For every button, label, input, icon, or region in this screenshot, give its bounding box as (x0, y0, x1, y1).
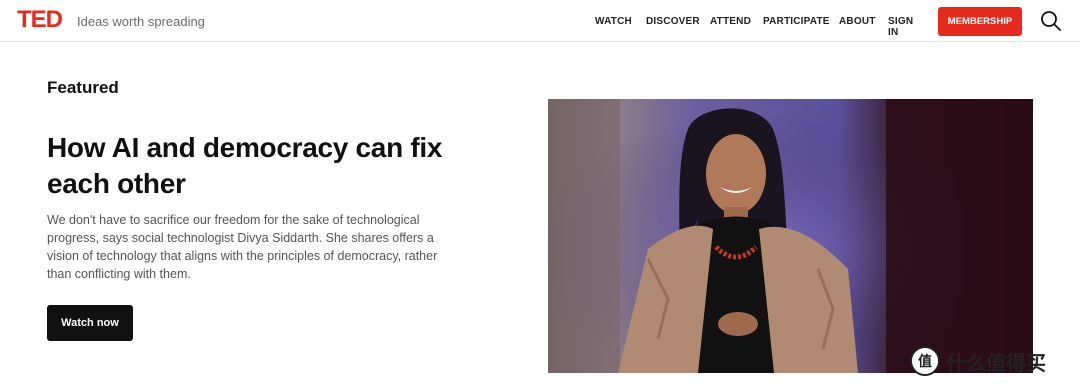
watermark-badge: 值 (910, 346, 940, 376)
site-header: TED Ideas worth spreading WATCH DISCOVER… (0, 0, 1080, 42)
section-label: Featured (47, 78, 119, 97)
site-watermark: 值 什么值得买 (910, 346, 1046, 376)
tagline: Ideas worth spreading (77, 14, 205, 29)
nav-attend[interactable]: ATTEND (710, 16, 751, 27)
featured-talk-image[interactable] (548, 99, 1033, 373)
membership-button[interactable]: MEMBERSHIP (938, 7, 1022, 36)
talk-description: We don't have to sacrifice our freedom f… (47, 213, 438, 281)
nav-sign-in[interactable]: SIGN IN (888, 16, 913, 38)
watch-now-button[interactable]: Watch now (47, 305, 133, 341)
ted-logo[interactable]: TED (17, 8, 63, 32)
speaker-photo (548, 99, 1033, 373)
nav-about[interactable]: ABOUT (839, 16, 876, 27)
talk-title[interactable]: How AI and democracy can fix each other (47, 130, 467, 202)
nav-discover[interactable]: DISCOVER (646, 16, 700, 27)
search-button[interactable] (1040, 10, 1062, 32)
search-icon (1041, 11, 1061, 31)
nav-watch[interactable]: WATCH (595, 16, 632, 27)
watermark-text: 什么值得买 (946, 350, 1046, 375)
nav-participate[interactable]: PARTICIPATE (763, 16, 830, 27)
